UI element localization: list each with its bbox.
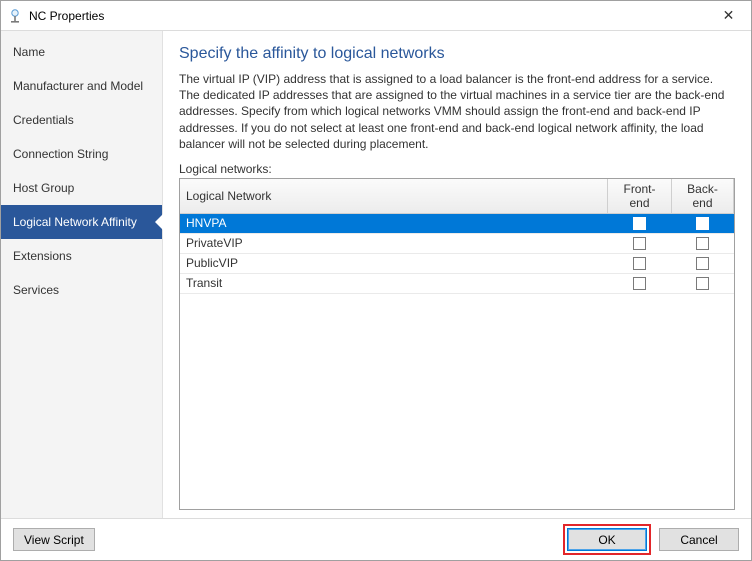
sidebar-item-connection-string[interactable]: Connection String [1,137,162,171]
sidebar: Name Manufacturer and Model Credentials Con… [1,31,163,518]
front-checkbox[interactable] [633,217,646,230]
sidebar-item-label: Services [13,283,59,297]
ok-button[interactable]: OK [567,528,647,551]
cell-back [672,213,734,233]
window-title: NC Properties [29,9,706,23]
logical-networks-grid: Logical Network Front-end Back-end HNVPA… [179,178,735,510]
front-checkbox[interactable] [633,257,646,270]
footer: View Script OK Cancel [1,518,751,560]
cell-logical-network: PublicVIP [180,253,608,273]
list-label: Logical networks: [179,162,735,176]
sidebar-item-label: Extensions [13,249,72,263]
cell-logical-network: HNVPA [180,213,608,233]
cell-front [608,273,672,293]
sidebar-item-services[interactable]: Services [1,273,162,307]
ok-highlight: OK [563,524,651,555]
sidebar-item-name[interactable]: Name [1,35,162,69]
cell-front [608,213,672,233]
cell-logical-network: Transit [180,273,608,293]
cell-front [608,233,672,253]
sidebar-item-label: Connection String [13,147,108,161]
front-checkbox[interactable] [633,237,646,250]
sidebar-item-label: Logical Network Affinity [13,215,137,229]
back-checkbox[interactable] [696,257,709,270]
sidebar-item-credentials[interactable]: Credentials [1,103,162,137]
cell-logical-network: PrivateVIP [180,233,608,253]
back-checkbox[interactable] [696,217,709,230]
table-row[interactable]: Transit [180,273,734,293]
back-checkbox[interactable] [696,237,709,250]
col-front-end[interactable]: Front-end [608,179,672,214]
table-row[interactable]: PublicVIP [180,253,734,273]
sidebar-item-manufacturer-and-model[interactable]: Manufacturer and Model [1,69,162,103]
sidebar-item-label: Credentials [13,113,74,127]
cell-back [672,253,734,273]
table-row[interactable]: PrivateVIP [180,233,734,253]
table-row[interactable]: HNVPA [180,213,734,233]
close-button[interactable]: ✕ [706,1,751,30]
sidebar-item-extensions[interactable]: Extensions [1,239,162,273]
page-description: The virtual IP (VIP) address that is ass… [179,71,735,152]
main-area: Name Manufacturer and Model Credentials Con… [1,31,751,518]
cell-back [672,273,734,293]
cell-front [608,253,672,273]
page-heading: Specify the affinity to logical networks [179,45,735,63]
sidebar-item-host-group[interactable]: Host Group [1,171,162,205]
content-pane: Specify the affinity to logical networks… [163,31,751,518]
app-icon [7,8,23,24]
back-checkbox[interactable] [696,277,709,290]
front-checkbox[interactable] [633,277,646,290]
sidebar-item-logical-network-affinity[interactable]: Logical Network Affinity [1,205,162,239]
col-logical-network[interactable]: Logical Network [180,179,608,214]
titlebar: NC Properties ✕ [1,1,751,31]
view-script-button[interactable]: View Script [13,528,95,551]
cell-back [672,233,734,253]
sidebar-item-label: Manufacturer and Model [13,79,143,93]
close-icon: ✕ [723,7,735,24]
sidebar-item-label: Name [13,45,45,59]
col-back-end[interactable]: Back-end [672,179,734,214]
sidebar-item-label: Host Group [13,181,74,195]
cancel-button[interactable]: Cancel [659,528,739,551]
